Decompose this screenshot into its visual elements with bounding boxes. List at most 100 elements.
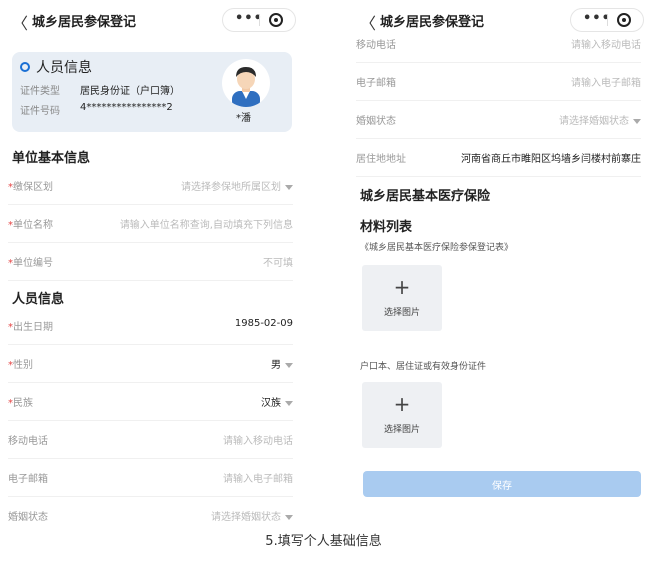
material1-label: 《城乡居民基本医疗保险参保登记表》 [360,243,514,253]
form-row[interactable]: 电子邮箱 请输入电子邮箱 [8,458,293,497]
avatar-icon [222,59,270,107]
dropdown-caret-icon [285,400,293,406]
person-info-card: 人员信息 证件类型 居民身份证（户口簿） 证件号码 4*************… [12,52,292,132]
form-row-label-text: 电子邮箱 [356,78,396,89]
form-row-label-text: 电子邮箱 [8,474,48,485]
unit-section-title: 单位基本信息 [12,151,91,166]
form-row-label: 居住地地址 [356,150,406,165]
form-row-value[interactable]: 河南省商丘市睢阳区坞墙乡闫楼村前寨庄 [461,150,641,165]
form-row-value[interactable]: 请选择参保地所属区划 [181,178,293,193]
form-row-label-text: 缴保区划 [13,182,53,193]
card-dot-icon [20,62,30,72]
form-row[interactable]: *单位名称 请输入单位名称查询,自动填充下列信息 [8,204,293,243]
form-row-label-text: 性别 [13,360,33,371]
nav-bar: 〈 城乡居民参保登记 ••• [0,6,300,34]
form-row-value[interactable]: 请选择婚姻状态 [559,112,641,127]
form-row[interactable]: 电子邮箱 请输入电子邮箱 [356,62,641,101]
form-row-value-text: 河南省商丘市睢阳区坞墙乡闫楼村前寨庄 [461,154,641,165]
form-row-value-text: 汉族 [261,398,281,409]
form-row-value-text: 1985-02-09 [234,318,293,329]
form-row[interactable]: *缴保区划 请选择参保地所属区划 [8,166,293,205]
close-target-icon[interactable] [269,13,283,27]
form-row-value[interactable]: 请选择婚姻状态 [211,508,293,523]
upload-image-button-2[interactable]: + 选择图片 [362,382,442,448]
form-row-value[interactable]: 请输入电子邮箱 [571,74,641,89]
back-icon[interactable]: 〈 [12,10,28,34]
form-row-label-text: 移动电话 [356,40,396,51]
form-row-label-text: 单位名称 [13,220,53,231]
person-name: *潘 [236,113,251,124]
form-row-value-text: 不可填 [263,258,293,269]
form-row[interactable]: 婚姻状态 请选择婚姻状态 [356,100,641,139]
id-type-value: 居民身份证（户口簿） [80,86,180,97]
form-row-value-text: 请选择婚姻状态 [559,116,629,127]
plus-icon: + [393,392,411,416]
form-row-value[interactable]: 男 [271,356,293,371]
upload-label: 选择图片 [383,425,420,435]
material2-label: 户口本、居住证或有效身份证件 [360,362,487,372]
person-section-title: 人员信息 [12,292,65,307]
id-no-label: 证件号码 [20,106,60,117]
form-row[interactable]: *单位编号 不可填 [8,242,293,281]
form-row-value[interactable]: 请输入移动电话 [223,432,293,447]
form-row-value[interactable]: 汉族 [261,394,293,409]
form-row-label: 电子邮箱 [8,470,48,485]
form-row-value-text: 请输入移动电话 [571,40,641,51]
page-title: 城乡居民参保登记 [32,15,137,30]
mini-program-capsule: ••• [222,8,296,32]
capsule-divider [259,14,260,26]
form-row-label: *民族 [8,394,33,409]
upload-label: 选择图片 [383,308,420,318]
form-row-value[interactable]: 不可填 [263,254,293,269]
save-button[interactable]: 保存 [363,471,641,497]
form-row-value-text: 请输入移动电话 [223,436,293,447]
form-row-label: 移动电话 [8,432,48,447]
form-row[interactable]: *出生日期 1985-02-09 [8,306,293,345]
dropdown-caret-icon [285,514,293,520]
plus-icon: + [393,275,411,299]
form-row-label-text: 单位编号 [13,258,53,269]
form-row-label-text: 民族 [13,398,33,409]
form-row-label-text: 婚姻状态 [356,116,396,127]
form-row-label: *出生日期 [8,318,53,333]
form-row-label: 电子邮箱 [356,74,396,89]
form-row-value[interactable]: 请输入单位名称查询,自动填充下列信息 [120,216,293,231]
form-row-label-text: 居住地地址 [356,154,406,165]
right-phone-screen: 〈 城乡居民参保登记 ••• 移动电话 请输入移动电话 电子邮箱 请输入电子邮箱 婚姻状… [348,0,647,528]
form-row-value[interactable]: 1985-02-09 [235,318,293,329]
form-row-value[interactable]: 请输入移动电话 [571,36,641,51]
form-row-value-text: 请输入电子邮箱 [571,78,641,89]
form-row-label-text: 出生日期 [13,322,53,333]
form-row-label: *单位名称 [8,216,53,231]
card-title: 人员信息 [36,60,92,76]
dropdown-caret-icon [285,362,293,368]
upload-image-button-1[interactable]: + 选择图片 [362,265,442,331]
left-phone-screen: 〈 城乡居民参保登记 ••• 人员信息 证件类型 居民身份证（户口簿） 证件号码… [0,0,300,528]
dropdown-caret-icon [633,118,641,124]
form-row[interactable]: *性别 男 [8,344,293,383]
form-row-value-text: 请选择参保地所属区划 [181,182,281,193]
figure-caption: 5.填写个人基础信息 [265,534,382,549]
insurance-title: 城乡居民基本医疗保险 [360,189,491,204]
form-row-label: 婚姻状态 [356,112,396,127]
form-row[interactable]: 居住地地址 河南省商丘市睢阳区坞墙乡闫楼村前寨庄 [356,138,641,177]
dropdown-caret-icon [285,184,293,190]
form-row[interactable]: 婚姻状态 请选择婚姻状态 [8,496,293,528]
form-row[interactable]: *民族 汉族 [8,382,293,421]
form-row-value-text: 男 [271,360,281,371]
id-type-label: 证件类型 [20,86,60,97]
form-row-value-text: 请选择婚姻状态 [211,512,281,523]
form-row[interactable]: 移动电话 请输入移动电话 [8,420,293,459]
form-row-label: 移动电话 [356,36,396,51]
form-row-value-text: 请输入电子邮箱 [223,474,293,485]
form-row[interactable]: 移动电话 请输入移动电话 [356,24,641,63]
form-row-label-text: 婚姻状态 [8,512,48,523]
id-no-value: 4****************2 [80,102,173,113]
materials-title: 材料列表 [360,220,413,235]
form-row-label: *单位编号 [8,254,53,269]
form-row-value[interactable]: 请输入电子邮箱 [223,470,293,485]
form-row-label: *缴保区划 [8,178,53,193]
form-row-label-text: 移动电话 [8,436,48,447]
form-row-label: 婚姻状态 [8,508,48,523]
form-row-value-text: 请输入单位名称查询,自动填充下列信息 [119,220,293,231]
